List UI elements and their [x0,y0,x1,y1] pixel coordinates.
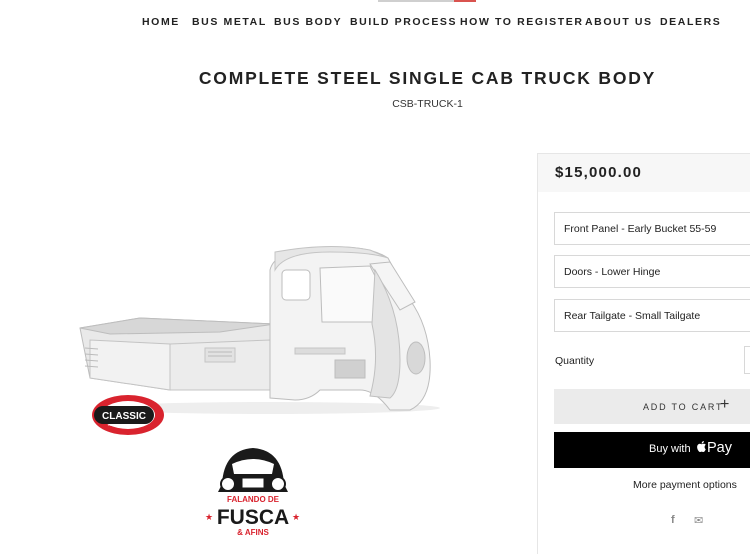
quantity-label: Quantity [555,355,595,367]
rear-tailgate-select[interactable]: Rear Tailgate - Small Tailgate [554,299,750,332]
fusca-logo-bottom: & AFINS [237,528,269,536]
classic-logo-subtext: CLASSIC STEEL BODY [108,423,140,427]
svg-text:★: ★ [292,512,300,522]
nav-build-process[interactable]: BUILD PROCESS [350,16,457,28]
quantity-input[interactable] [744,346,750,374]
nav-home[interactable]: HOME [142,16,180,28]
product-price: $15,000.00 [555,164,643,181]
email-icon[interactable]: ✉ [694,514,703,527]
classic-logo: CLASSIC CLASSIC STEEL BODY [92,395,164,435]
nav-bus-metal[interactable]: BUS METAL [192,16,267,28]
fusca-logo-top: FALANDO DE [227,495,280,504]
front-panel-select[interactable]: Front Panel - Early Bucket 55-59 [554,212,750,245]
nav-how-to-register[interactable]: HOW TO REGISTER [460,16,584,28]
nav-about-us[interactable]: ABOUT US [585,16,653,28]
facebook-icon[interactable]: f [671,514,675,526]
main-nav: HOME BUS METAL BUS BODY BUILD PROCESS HO… [0,16,750,30]
apple-icon [697,441,706,452]
nav-dealers[interactable]: DEALERS [660,16,721,28]
svg-text:★: ★ [205,512,213,522]
more-payment-options-link[interactable]: More payment options [633,479,737,491]
fusca-logo: FALANDO DE FUSCA ★ ★ & AFINS [205,448,300,536]
rear-tailgate-select-value: Rear Tailgate - Small Tailgate [564,310,701,322]
doors-select-value: Doors - Lower Hinge [564,266,661,278]
product-sku: CSB-TRUCK-1 [392,98,463,110]
classic-logo-text: CLASSIC [102,411,146,422]
apple-pay-button[interactable]: Buy with Pay [554,432,750,468]
header-logo-fragment [378,0,476,2]
buy-with-label: Buy with [649,443,691,455]
nav-bus-body[interactable]: BUS BODY [274,16,342,28]
apple-pay-logo: Pay [696,440,732,456]
doors-select[interactable]: Doors - Lower Hinge [554,255,750,288]
plus-icon: + [720,396,730,413]
add-to-cart-label: ADD TO CART [643,402,724,412]
fusca-logo-main: FUSCA [217,506,289,529]
pay-text: Pay [707,440,732,456]
add-to-cart-button[interactable]: ADD TO CART + [554,389,750,424]
product-title: COMPLETE STEEL SINGLE CAB TRUCK BODY [198,68,657,88]
front-panel-select-value: Front Panel - Early Bucket 55-59 [564,223,717,235]
